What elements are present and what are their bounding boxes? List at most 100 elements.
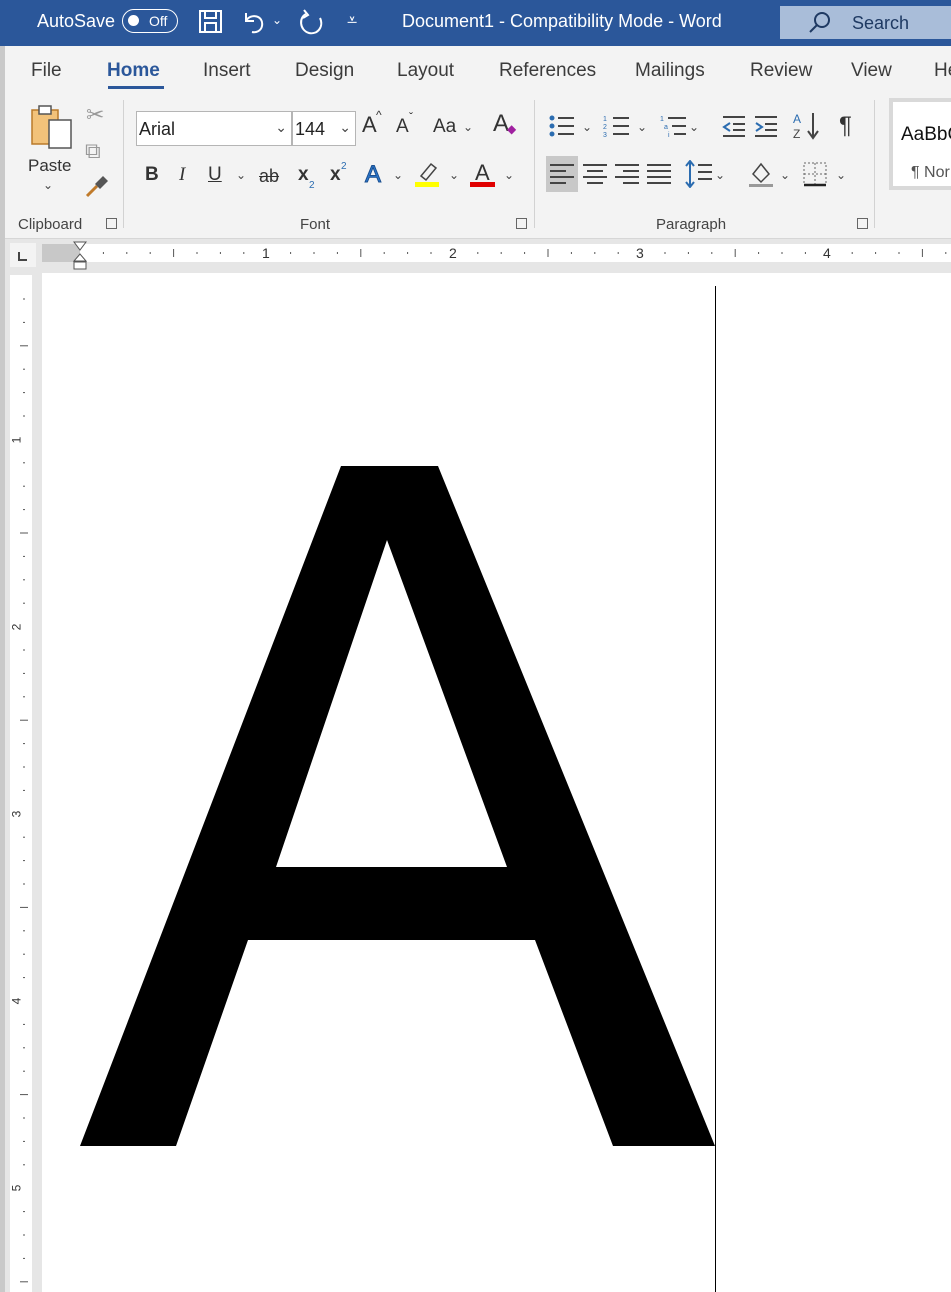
ruler-number: 1 [262, 245, 270, 261]
svg-text:i: i [668, 132, 670, 139]
chevron-down-icon[interactable]: ⌄ [582, 120, 592, 134]
tab-layout[interactable]: Layout [397, 60, 454, 82]
paste-label[interactable]: Paste [28, 156, 71, 176]
active-tab-indicator [108, 86, 164, 89]
ruler-ticks [102, 249, 947, 257]
font-group-label: Font [300, 216, 331, 233]
superscript-mark: 2 [341, 161, 347, 172]
svg-text:1: 1 [660, 116, 664, 123]
chevron-down-icon[interactable]: ⌄ [836, 168, 846, 182]
customize-qat-icon[interactable]: ⩡ [347, 10, 357, 31]
svg-text:1: 1 [603, 116, 607, 123]
underline-button[interactable]: U [208, 164, 222, 186]
increase-indent-icon[interactable] [753, 114, 779, 138]
numbering-icon[interactable]: 1 2 3 [603, 114, 631, 138]
text-effects-button[interactable]: A [364, 161, 381, 189]
chevron-down-icon[interactable]: ⌄ [715, 168, 725, 182]
chevron-down-icon: ⌄ [275, 119, 287, 135]
undo-dropdown-icon[interactable]: ⌄ [272, 13, 282, 27]
text-cursor [715, 286, 716, 1292]
strikethrough-button[interactable]: ab [259, 166, 279, 187]
chevron-down-icon[interactable]: ⌄ [463, 120, 473, 134]
shading-icon[interactable] [747, 160, 775, 188]
change-case-button[interactable]: Aa [433, 116, 456, 138]
bold-button[interactable]: B [145, 164, 159, 186]
align-right-icon[interactable] [615, 163, 639, 185]
tab-references[interactable]: References [499, 60, 596, 82]
search-icon [809, 12, 830, 33]
vertical-ruler-number: 1 [9, 436, 24, 444]
cut-icon[interactable]: ✂ [86, 102, 104, 128]
tab-help[interactable]: He [934, 60, 951, 82]
sort-icon[interactable]: A Z [793, 111, 821, 141]
subscript-button[interactable]: x [298, 164, 309, 186]
autosave-toggle[interactable]: Off [122, 9, 178, 33]
tab-file[interactable]: File [31, 60, 62, 82]
chevron-down-icon[interactable]: ⌄ [449, 168, 459, 182]
separator [123, 100, 124, 228]
paragraph-group-label: Paragraph [656, 216, 727, 233]
autosave-label: AutoSave [37, 11, 116, 31]
grow-font-button[interactable]: A [362, 112, 377, 138]
paste-icon[interactable] [29, 104, 75, 152]
style-normal[interactable]: AaBbC ¶ Nor [889, 98, 951, 190]
autosave-state: Off [149, 13, 168, 29]
paste-dropdown-icon[interactable]: ⌄ [43, 178, 53, 192]
document-title: Document1 - Compatibility Mode - Word [402, 11, 722, 31]
show-formatting-icon[interactable]: ¶ [839, 112, 852, 140]
font-launcher-icon[interactable] [516, 218, 527, 229]
multilevel-list-icon[interactable]: 1 a i [660, 114, 688, 140]
tab-insert[interactable]: Insert [203, 60, 251, 82]
borders-icon[interactable] [802, 161, 828, 187]
style-name: ¶ Nor [911, 164, 950, 181]
align-left-icon [550, 164, 574, 184]
copy-icon[interactable]: ⧉ [85, 138, 101, 164]
font-size-box[interactable]: 144 ⌄ [292, 111, 356, 146]
align-left-button[interactable] [546, 156, 578, 192]
svg-text:Z: Z [793, 127, 800, 141]
align-center-icon[interactable] [583, 163, 607, 185]
highlight-icon[interactable] [415, 160, 441, 188]
document-page[interactable]: A [42, 273, 951, 1292]
shrink-font-button[interactable]: A [396, 116, 409, 138]
vertical-ruler[interactable] [10, 275, 37, 1292]
bullets-icon[interactable] [548, 114, 576, 138]
subscript-mark: 2 [309, 180, 315, 191]
chevron-down-icon[interactable]: ⌄ [393, 168, 403, 182]
tab-selector[interactable] [10, 243, 36, 267]
tab-review[interactable]: Review [750, 60, 812, 82]
tab-design[interactable]: Design [295, 60, 354, 82]
search-box[interactable]: Search [780, 6, 951, 39]
line-spacing-icon[interactable] [685, 160, 713, 188]
clipboard-launcher-icon[interactable] [106, 218, 117, 229]
format-painter-icon[interactable] [83, 174, 109, 200]
tab-view[interactable]: View [851, 60, 892, 82]
tab-mailings[interactable]: Mailings [635, 60, 705, 82]
superscript-button[interactable]: x [330, 164, 341, 186]
font-name-value: Arial [139, 119, 176, 139]
document-text: A [402, 1281, 403, 1284]
chevron-down-icon[interactable]: ⌄ [504, 168, 514, 182]
chevron-down-icon[interactable]: ⌄ [780, 168, 790, 182]
chevron-down-icon[interactable]: ⌄ [637, 120, 647, 134]
vertical-ruler-number: 4 [9, 997, 24, 1005]
svg-text:a: a [664, 124, 668, 131]
chevron-down-icon[interactable]: ⌄ [689, 120, 699, 134]
decrease-indent-icon[interactable] [721, 114, 747, 138]
title-bar: AutoSave Off ⌄ ⩡ Document1 - Compatibili… [0, 0, 951, 46]
clipboard-group-label: Clipboard [18, 216, 83, 233]
redo-icon[interactable] [296, 8, 326, 38]
ruler-number: 2 [449, 245, 457, 261]
indent-marker[interactable] [72, 241, 88, 271]
tab-home[interactable]: Home [107, 60, 160, 82]
italic-button[interactable]: I [179, 164, 185, 186]
justify-icon[interactable] [647, 163, 671, 185]
undo-icon[interactable] [240, 8, 268, 36]
document-body[interactable]: A [42, 273, 951, 1292]
paragraph-launcher-icon[interactable] [857, 218, 868, 229]
font-name-box[interactable]: Arial ⌄ [136, 111, 292, 146]
chevron-down-icon[interactable]: ⌄ [236, 168, 246, 182]
search-label: Search [852, 13, 910, 33]
save-icon[interactable] [198, 8, 224, 36]
horizontal-ruler[interactable] [10, 241, 951, 271]
